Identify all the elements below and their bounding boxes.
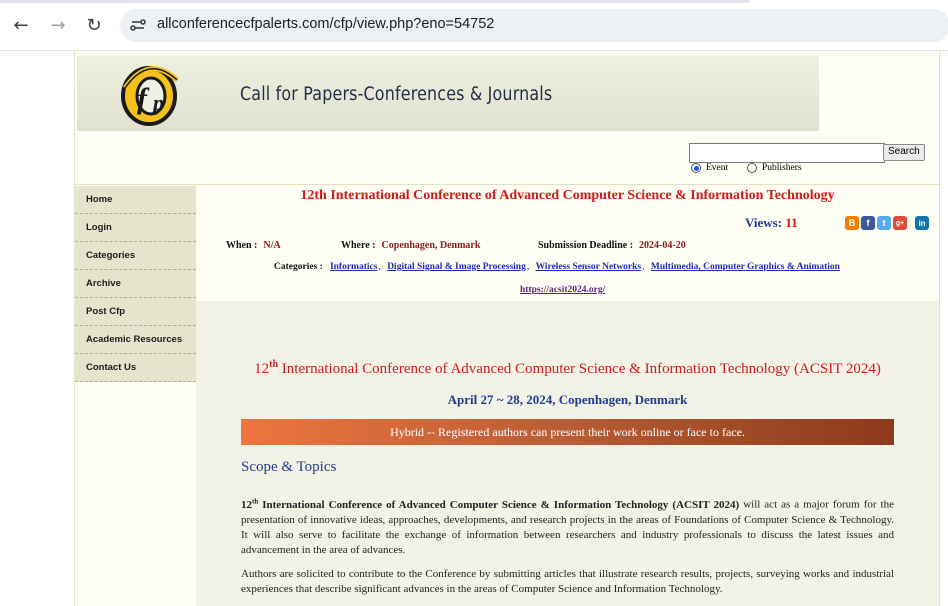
views-counter: Views: 11 — [745, 215, 798, 231]
forward-arrow-icon[interactable]: → — [47, 14, 69, 36]
when-value: N/A — [263, 240, 281, 251]
categories-row: Categories : Informatics, Digital Signal… — [274, 262, 840, 272]
hybrid-banner: Hybrid -- Registered authors can present… — [241, 419, 894, 445]
radio-unselected-icon[interactable] — [747, 163, 757, 173]
para-bold-text: International Conference of Advanced Com… — [258, 498, 740, 511]
when-field: When : N/A — [226, 240, 281, 251]
address-bar[interactable]: allconferencecfpalerts.com/cfp/view.php?… — [120, 9, 948, 42]
sidebar-item-categories[interactable]: Categories — [75, 242, 196, 270]
header-divider — [75, 184, 939, 185]
radio-selected-icon[interactable] — [691, 163, 701, 173]
sidebar-item-post-cfp[interactable]: Post Cfp — [75, 298, 196, 326]
tab-strip — [0, 0, 750, 3]
googleplus-icon[interactable]: g+ — [893, 216, 907, 230]
category-link[interactable]: Multimedia, Computer Graphics & Animatio… — [651, 262, 840, 272]
conference-title: 12th International Conference of Advance… — [300, 188, 835, 203]
categories-label: Categories : — [274, 262, 323, 272]
sidebar-item-academic-resources[interactable]: Academic Resources — [75, 326, 196, 354]
browser-toolbar: ← → ↻ allconferencecfpalerts.com/cfp/vie… — [0, 0, 948, 51]
cfp-logo[interactable]: f p — [115, 58, 183, 130]
scope-heading: Scope & Topics — [241, 459, 337, 475]
site-banner: f p Call for Papers-Conferences & Journa… — [77, 56, 819, 131]
back-arrow-icon[interactable]: ← — [10, 14, 32, 36]
search-button[interactable]: Search — [883, 144, 925, 161]
sidebar-item-contact-us[interactable]: Contact Us — [75, 354, 196, 382]
heading-suffix: th — [269, 359, 279, 370]
sidebar-item-login[interactable]: Login — [75, 214, 196, 242]
description-heading: 12th International Conference of Advance… — [196, 359, 939, 378]
description-paragraph: Authors are solicited to contribute to t… — [241, 568, 894, 595]
radio-event[interactable]: Event — [691, 163, 728, 173]
site-settings-icon[interactable] — [128, 15, 148, 35]
linkedin-icon[interactable]: in — [915, 216, 929, 230]
where-field: Where : Copenhagen, Denmark — [341, 240, 480, 251]
site-title: Call for Papers-Conferences & Journals — [240, 84, 553, 105]
deadline-label: Submission Deadline : — [538, 240, 634, 251]
para-number: 12 — [241, 498, 252, 511]
radio-event-label: Event — [706, 163, 729, 173]
heading-number: 12 — [254, 361, 270, 377]
where-value: Copenhagen, Denmark — [381, 240, 481, 251]
radio-publishers-label: Publishers — [762, 163, 802, 173]
svg-text:p: p — [151, 90, 164, 115]
sidebar-item-archive[interactable]: Archive — [75, 270, 196, 298]
category-link[interactable]: Informatics — [330, 262, 378, 272]
conference-date-location: April 27 ~ 28, 2024, Copenhagen, Denmark — [447, 392, 688, 407]
sidebar-item-home[interactable]: Home — [75, 186, 196, 214]
where-label: Where : — [341, 240, 376, 251]
deadline-value: 2024-04-20 — [639, 240, 686, 251]
search-input[interactable] — [689, 143, 885, 163]
deadline-field: Submission Deadline : 2024-04-20 — [538, 240, 686, 251]
twitter-icon[interactable]: t — [877, 216, 891, 230]
description-paragraph: 12th International Conference of Advance… — [241, 494, 894, 558]
sidebar-nav: Home Login Categories Archive Post Cfp A… — [75, 186, 196, 382]
category-link[interactable]: Wireless Sensor Networks — [536, 262, 642, 272]
conference-description: 12th International Conference of Advance… — [196, 301, 939, 606]
views-count: 11 — [785, 215, 798, 230]
views-label: Views: — [745, 215, 783, 230]
when-label: When : — [226, 240, 258, 251]
heading-text: International Conference of Advanced Com… — [278, 361, 881, 377]
reload-icon[interactable]: ↻ — [83, 14, 105, 36]
blogger-icon[interactable]: B — [845, 216, 859, 230]
page-container: f p Call for Papers-Conferences & Journa… — [74, 51, 940, 606]
radio-publishers[interactable]: Publishers — [747, 163, 802, 173]
url-text[interactable]: allconferencecfpalerts.com/cfp/view.php?… — [157, 16, 494, 32]
facebook-icon[interactable]: f — [861, 216, 875, 230]
conference-website-link[interactable]: https://acsit2024.org/ — [520, 285, 605, 295]
category-link[interactable]: Digital Signal & Image Processing — [387, 262, 526, 272]
